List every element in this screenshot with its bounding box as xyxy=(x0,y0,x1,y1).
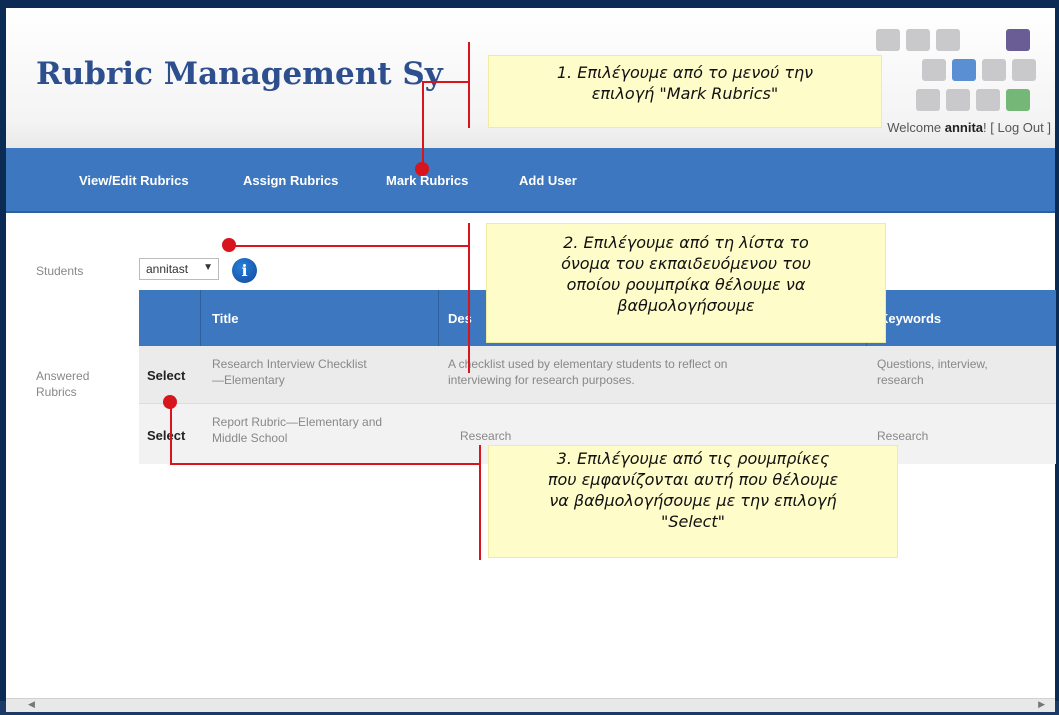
logo-square xyxy=(982,59,1006,81)
welcome-prefix: Welcome xyxy=(887,120,945,135)
row-title-line: Middle School xyxy=(212,431,288,445)
horizontal-scrollbar[interactable]: ◀ ▶ xyxy=(6,698,1055,712)
callout-1-connector xyxy=(468,42,470,128)
select-link[interactable]: Select xyxy=(147,428,185,443)
callout-line: 2. Επιλέγουμε από τη λίστα το xyxy=(563,233,809,252)
row-description: A checklist used by elementary students … xyxy=(448,356,727,388)
logo-square xyxy=(922,59,946,81)
callout-line: "Select" xyxy=(660,512,726,531)
welcome-suffix: ! [ xyxy=(983,120,998,135)
scroll-left-icon[interactable]: ◀ xyxy=(28,700,35,710)
welcome-text: Welcome annita! [ Log Out ] xyxy=(887,120,1051,135)
row-keywords: Questions, interview, research xyxy=(877,356,988,388)
callout-line: που εμφανίζονται αυτή που θέλουμε xyxy=(547,470,839,489)
row-description-line: interviewing for research purposes. xyxy=(448,373,635,387)
logo-square xyxy=(976,89,1000,111)
logo-square xyxy=(936,29,960,51)
callout-1-connector xyxy=(422,81,424,169)
callout-2-pointer-dot xyxy=(222,238,236,252)
screenshot: { "header": { "title": "Rubric Managemen… xyxy=(0,0,1059,715)
row-title: Report Rubric—Elementary and Middle Scho… xyxy=(212,414,382,446)
welcome-end: ] xyxy=(1043,120,1051,135)
student-select[interactable]: annitast ▼ xyxy=(139,258,219,280)
row-title-line: Research Interview Checklist xyxy=(212,357,367,371)
callout-2: 2. Επιλέγουμε από τη λίστα το όνομα του … xyxy=(486,223,886,343)
nav-mark-rubrics[interactable]: Mark Rubrics xyxy=(386,173,468,188)
column-divider xyxy=(438,290,439,346)
row-title-line: —Elementary xyxy=(212,373,285,387)
callout-3: 3. Επιλέγουμε από τις ρουμπρίκες που εμφ… xyxy=(488,445,898,558)
row-keywords-line: research xyxy=(877,373,924,387)
callout-line: οποίου ρουμπρίκα θέλουμε να xyxy=(566,275,806,294)
row-description: Research xyxy=(460,429,512,443)
row-keywords-line: Questions, interview, xyxy=(877,357,988,371)
row-title: Research Interview Checklist —Elementary xyxy=(212,356,367,388)
logo-square xyxy=(916,89,940,111)
logo-square xyxy=(1012,59,1036,81)
column-header-keywords: Keywords xyxy=(879,311,942,326)
chevron-down-icon: ▼ xyxy=(203,262,213,273)
nav-add-user[interactable]: Add User xyxy=(519,173,577,188)
callout-3-connector xyxy=(170,463,480,465)
callout-1: 1. Επιλέγουμε από το μενού την επιλογή "… xyxy=(488,55,882,128)
callout-line: 1. Επιλέγουμε από το μενού την xyxy=(556,63,814,82)
answered-rubrics-label: Answered Rubrics xyxy=(36,368,89,400)
callout-1-pointer-dot xyxy=(415,162,429,176)
column-header-title: Title xyxy=(212,311,239,326)
logo-square xyxy=(906,29,930,51)
logo xyxy=(876,29,1036,117)
logo-square xyxy=(876,29,900,51)
table-row: Select Research Interview Checklist —Ele… xyxy=(139,346,1056,404)
callout-line: βαθμολογήσουμε xyxy=(617,296,755,315)
row-keywords: Research xyxy=(877,429,929,443)
site-title: Rubric Management Sy xyxy=(36,56,443,92)
scroll-right-icon[interactable]: ▶ xyxy=(1038,700,1045,710)
callout-line: όνομα του εκπαιδευόμενου του xyxy=(561,254,811,273)
students-label: Students xyxy=(36,264,84,278)
callout-2-connector xyxy=(229,245,469,247)
row-title-line: Report Rubric—Elementary and xyxy=(212,415,383,429)
callout-line: επιλογή "Mark Rubrics" xyxy=(591,84,779,103)
logo-square xyxy=(946,89,970,111)
nav-assign-rubrics[interactable]: Assign Rubrics xyxy=(243,173,338,188)
username: annita xyxy=(944,120,984,135)
info-icon[interactable]: i xyxy=(232,258,257,283)
window-frame-top xyxy=(0,0,1059,8)
callout-3-pointer-dot xyxy=(163,395,177,409)
logo-square xyxy=(1006,29,1030,51)
student-select-value: annitast xyxy=(146,262,189,276)
logo-square xyxy=(1006,89,1030,111)
select-link[interactable]: Select xyxy=(147,368,185,383)
logout-link[interactable]: Log Out xyxy=(998,120,1044,135)
row-description-line: A checklist used by elementary students … xyxy=(448,357,728,371)
column-divider xyxy=(200,290,201,346)
callout-line: να βαθμολογήσουμε με την επιλογή xyxy=(549,491,837,510)
nav-view-edit-rubrics[interactable]: View/Edit Rubrics xyxy=(79,173,189,188)
callout-3-connector xyxy=(170,402,172,465)
answered-label-line: Rubrics xyxy=(36,385,77,399)
main-nav: View/Edit Rubrics Assign Rubrics Mark Ru… xyxy=(6,148,1055,213)
callout-line: 3. Επιλέγουμε από τις ρουμπρίκες xyxy=(556,449,830,468)
logo-square xyxy=(952,59,976,81)
answered-label-line: Answered xyxy=(36,369,90,383)
callout-1-connector xyxy=(422,81,469,83)
